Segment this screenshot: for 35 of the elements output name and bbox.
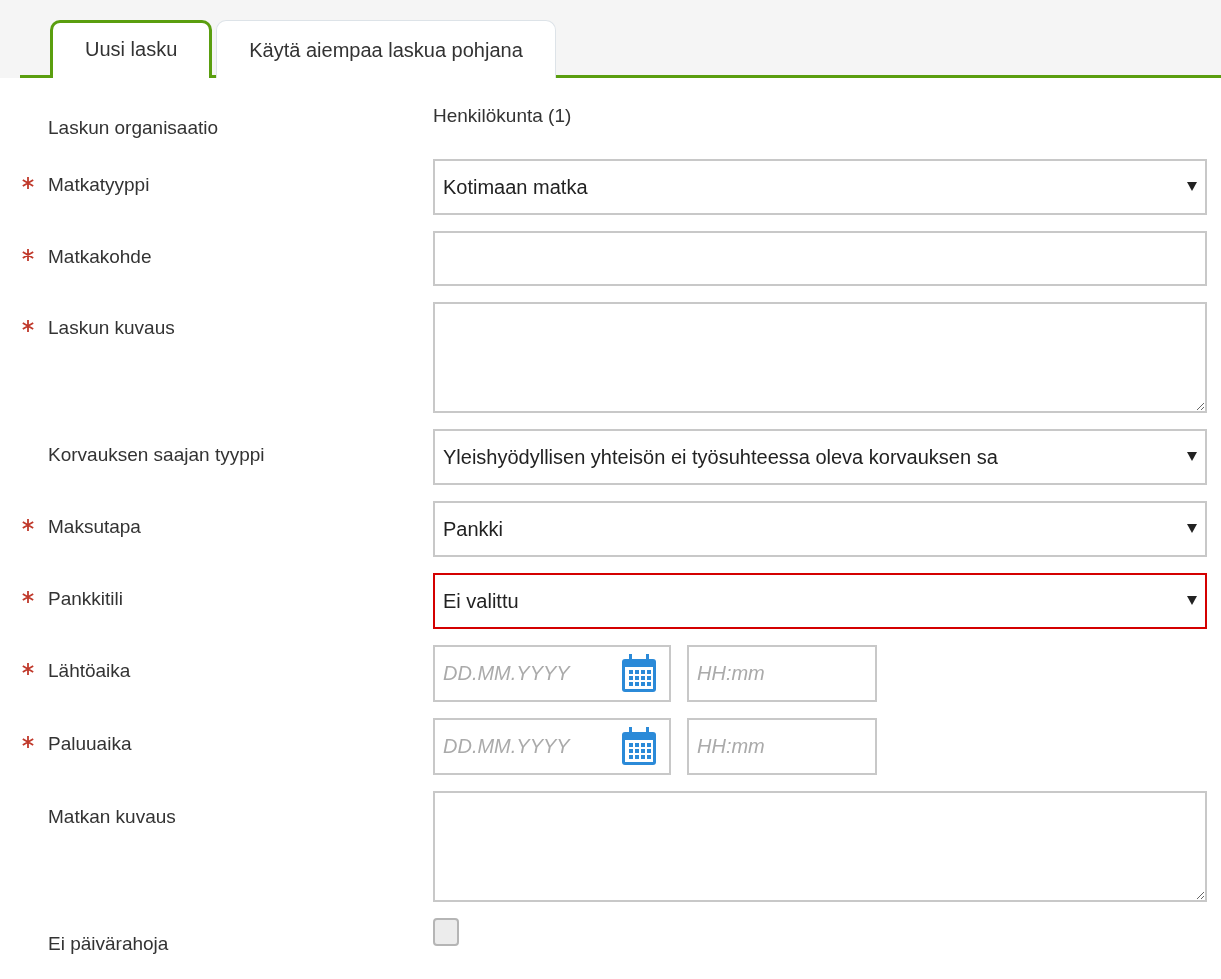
required-icon xyxy=(22,176,34,189)
calendar-icon[interactable] xyxy=(621,726,657,766)
required-icon xyxy=(22,248,34,261)
tab[interactable]: Uusi lasku xyxy=(50,20,213,78)
field-label: Ei päivärahoja xyxy=(48,931,169,956)
field-value: Henkilökunta (1) xyxy=(433,104,572,126)
text-area[interactable] xyxy=(433,301,1207,413)
calendar-icon[interactable] xyxy=(621,653,657,693)
input-field[interactable] xyxy=(433,230,1207,286)
caret-icon xyxy=(1187,596,1197,605)
caret-icon xyxy=(1187,452,1197,461)
field-label: Matkakohde xyxy=(48,244,152,269)
required-icon xyxy=(22,735,34,748)
checkbox[interactable] xyxy=(433,917,459,946)
select-field[interactable]: Pankki xyxy=(433,500,1207,557)
text-area[interactable] xyxy=(433,790,1207,902)
tab[interactable]: Käytä aiempaa laskua pohjana xyxy=(216,20,556,78)
required-icon xyxy=(22,590,34,603)
field-label: Lähtöaika xyxy=(48,658,131,683)
required-icon xyxy=(22,319,34,332)
field-label: Pankkitili xyxy=(48,586,123,611)
field-label: Matkatyyppi xyxy=(48,172,150,197)
field-label: Laskun kuvaus xyxy=(48,315,175,340)
caret-icon xyxy=(1187,524,1197,533)
select-field[interactable]: Ei valittu xyxy=(433,572,1207,629)
field-label: Matkan kuvaus xyxy=(48,804,176,829)
field-label: Maksutapa xyxy=(48,514,141,539)
field-label: Laskun organisaatio xyxy=(48,116,219,140)
field-label: Paluuaika xyxy=(48,731,132,756)
field-label: Korvauksen saajan tyyppi xyxy=(48,442,265,467)
caret-icon xyxy=(1187,182,1197,191)
required-icon xyxy=(22,518,34,531)
select-field[interactable]: Yleishyödyllisen yhteisön ei työsuhteessa oleva korvauksen sa xyxy=(433,428,1207,485)
select-field[interactable]: Kotimaan matka xyxy=(433,158,1207,215)
required-icon xyxy=(22,662,34,675)
